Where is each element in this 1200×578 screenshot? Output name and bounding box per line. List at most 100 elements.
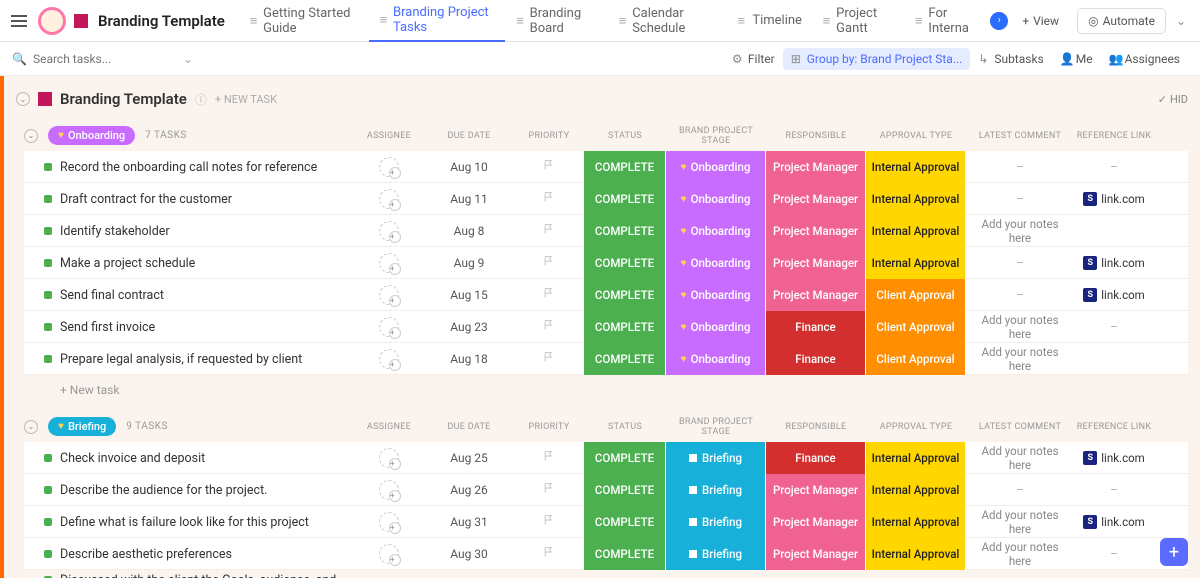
- automate-dropdown-caret[interactable]: ⌄: [1170, 9, 1192, 33]
- approval-chip[interactable]: Internal Approval: [866, 442, 966, 474]
- stage-chip[interactable]: Briefing: [666, 538, 766, 570]
- tab-branding-board[interactable]: ≡Branding Board: [505, 0, 608, 42]
- approval-chip[interactable]: Client Approval: [866, 279, 966, 311]
- reference-link[interactable]: Slink.com: [1074, 515, 1154, 529]
- add-assignee-button[interactable]: [379, 512, 399, 532]
- status-chip[interactable]: COMPLETE: [584, 151, 666, 183]
- task-row[interactable]: Send first invoiceAug 23COMPLETE♥Onboard…: [24, 311, 1188, 343]
- add-assignee-button[interactable]: [379, 544, 399, 564]
- responsible-chip[interactable]: Finance: [766, 311, 866, 343]
- responsible-chip[interactable]: Project Manager: [766, 506, 866, 538]
- priority-flag[interactable]: [514, 450, 584, 466]
- responsible-chip[interactable]: Project Manager: [766, 474, 866, 506]
- column-header-responsible[interactable]: RESPONSIBLE: [766, 131, 866, 141]
- responsible-chip[interactable]: Project Manager: [766, 183, 866, 215]
- task-row[interactable]: Discussed with the client the Goals, aud…: [24, 570, 1188, 578]
- latest-comment[interactable]: Add your notes here: [966, 217, 1074, 245]
- approval-chip[interactable]: Internal Approval: [866, 247, 966, 279]
- stage-chip[interactable]: ♥Onboarding: [666, 215, 766, 247]
- status-chip[interactable]: COMPLETE: [584, 311, 666, 343]
- column-header-stage[interactable]: BRAND PROJECT STAGE: [666, 417, 766, 437]
- stage-chip[interactable]: Briefing: [666, 506, 766, 538]
- latest-comment[interactable]: –: [966, 256, 1074, 270]
- reference-link[interactable]: Slink.com: [1074, 451, 1154, 465]
- collapse-section-icon[interactable]: ⌄: [24, 420, 38, 434]
- priority-flag[interactable]: [514, 351, 584, 367]
- latest-comment[interactable]: –: [966, 160, 1074, 174]
- task-row[interactable]: Identify stakeholderAug 8COMPLETE♥Onboar…: [24, 215, 1188, 247]
- latest-comment[interactable]: Add your notes here: [966, 444, 1074, 472]
- assignees-button[interactable]: 👥Assignees: [1101, 48, 1188, 70]
- reference-link[interactable]: –: [1074, 320, 1154, 334]
- responsible-chip[interactable]: Finance: [766, 343, 866, 375]
- search-input[interactable]: [33, 52, 143, 66]
- collapse-section-icon[interactable]: ⌄: [24, 129, 38, 143]
- reference-link[interactable]: –: [1074, 547, 1154, 561]
- due-date[interactable]: Aug 11: [424, 192, 514, 206]
- add-assignee-button[interactable]: [379, 253, 399, 273]
- responsible-chip[interactable]: Finance: [766, 442, 866, 474]
- column-header-assignee[interactable]: ASSIGNEE: [354, 131, 424, 141]
- task-row[interactable]: Prepare legal analysis, if requested by …: [24, 343, 1188, 375]
- column-header-approval[interactable]: APPROVAL TYPE: [866, 131, 966, 141]
- tab-calendar-schedule[interactable]: ≡Calendar Schedule: [608, 0, 725, 42]
- responsible-chip[interactable]: Project Manager: [766, 215, 866, 247]
- priority-flag[interactable]: [514, 223, 584, 239]
- chevron-down-icon[interactable]: ⌄: [183, 52, 193, 66]
- priority-flag[interactable]: [514, 514, 584, 530]
- add-assignee-button[interactable]: [379, 448, 399, 468]
- task-row[interactable]: Describe the audience for the project.Au…: [24, 474, 1188, 506]
- reference-link[interactable]: Slink.com: [1074, 192, 1154, 206]
- due-date[interactable]: Aug 15: [424, 288, 514, 302]
- section-stage-pill[interactable]: ♥Onboarding: [48, 126, 135, 145]
- priority-flag[interactable]: [514, 546, 584, 562]
- hide-button[interactable]: ✓HID: [1158, 93, 1188, 106]
- approval-chip[interactable]: Client Approval: [866, 343, 966, 375]
- responsible-chip[interactable]: Project Manager: [766, 151, 866, 183]
- status-chip[interactable]: COMPLETE: [584, 474, 666, 506]
- column-header-assignee[interactable]: ASSIGNEE: [354, 422, 424, 432]
- scroll-tabs-right-icon[interactable]: ›: [990, 12, 1008, 30]
- status-chip[interactable]: COMPLETE: [584, 538, 666, 570]
- add-assignee-button[interactable]: [379, 480, 399, 500]
- new-task-button[interactable]: + New task: [24, 375, 1188, 401]
- priority-flag[interactable]: [514, 287, 584, 303]
- stage-chip[interactable]: ♥Onboarding: [666, 151, 766, 183]
- task-row[interactable]: Send final contractAug 15COMPLETE♥Onboar…: [24, 279, 1188, 311]
- priority-flag[interactable]: [514, 482, 584, 498]
- latest-comment[interactable]: Add your notes here: [966, 508, 1074, 536]
- add-assignee-button[interactable]: [379, 285, 399, 305]
- column-header-link[interactable]: REFERENCE LINK: [1074, 422, 1154, 432]
- section-stage-pill[interactable]: ♥Briefing: [48, 417, 116, 436]
- add-assignee-button[interactable]: [379, 189, 399, 209]
- column-header-approval[interactable]: APPROVAL TYPE: [866, 422, 966, 432]
- task-row[interactable]: Record the onboarding call notes for ref…: [24, 151, 1188, 183]
- approval-chip[interactable]: Internal Approval: [866, 506, 966, 538]
- filter-button[interactable]: ⚙Filter: [724, 48, 783, 70]
- app-logo[interactable]: [38, 7, 66, 35]
- approval-chip[interactable]: Internal Approval: [866, 215, 966, 247]
- due-date[interactable]: Aug 18: [424, 352, 514, 366]
- latest-comment[interactable]: Add your notes here: [966, 540, 1074, 568]
- stage-chip[interactable]: Briefing: [666, 474, 766, 506]
- column-header-stage[interactable]: BRAND PROJECT STAGE: [666, 126, 766, 146]
- due-date[interactable]: Aug 23: [424, 320, 514, 334]
- hamburger-menu-icon[interactable]: [8, 12, 30, 30]
- due-date[interactable]: Aug 10: [424, 160, 514, 174]
- reference-link[interactable]: –: [1074, 160, 1154, 174]
- column-header-responsible[interactable]: RESPONSIBLE: [766, 422, 866, 432]
- tab-project-gantt[interactable]: ≡Project Gantt: [812, 0, 904, 42]
- approval-chip[interactable]: Internal Approval: [866, 183, 966, 215]
- responsible-chip[interactable]: Project Manager: [766, 247, 866, 279]
- create-task-fab[interactable]: +: [1160, 538, 1188, 566]
- reference-link[interactable]: Slink.com: [1074, 288, 1154, 302]
- column-header-comment[interactable]: LATEST COMMENT: [966, 422, 1074, 432]
- stage-chip[interactable]: ♥Onboarding: [666, 279, 766, 311]
- me-button[interactable]: 👤Me: [1052, 48, 1101, 70]
- group-new-task-button[interactable]: + NEW TASK: [215, 93, 277, 106]
- due-date[interactable]: Aug 31: [424, 515, 514, 529]
- stage-chip[interactable]: ♥Onboarding: [666, 247, 766, 279]
- status-chip[interactable]: COMPLETE: [584, 247, 666, 279]
- stage-chip[interactable]: ♥Onboarding: [666, 183, 766, 215]
- column-header-priority[interactable]: PRIORITY: [514, 422, 584, 432]
